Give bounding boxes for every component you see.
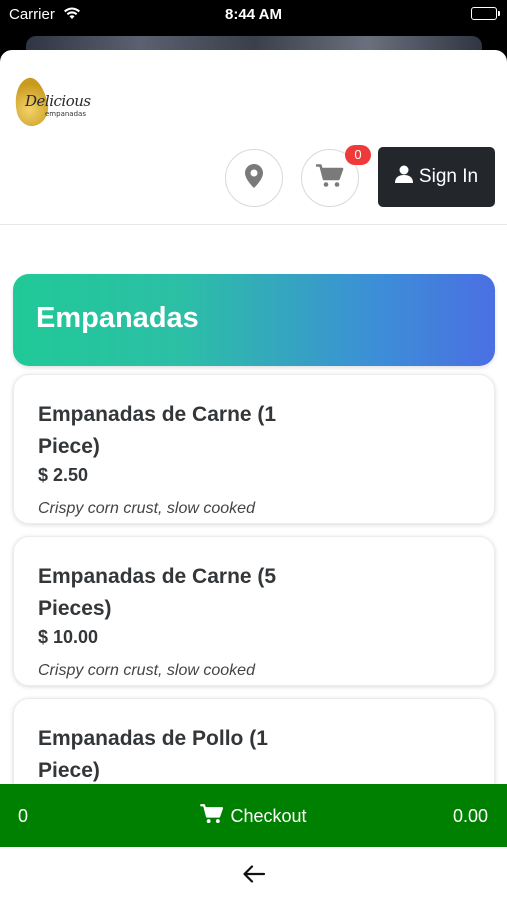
header-divider xyxy=(0,224,507,225)
category-header: Empanadas xyxy=(13,274,495,366)
category-title: Empanadas xyxy=(36,302,199,334)
arrow-left-icon[interactable] xyxy=(242,864,266,884)
product-description: Crispy corn crust, slow cooked xyxy=(38,662,255,679)
sign-in-button[interactable]: Sign In xyxy=(378,147,495,207)
product-price: $ 2.50 xyxy=(38,465,89,485)
product-name: Empanadas de Pollo (1 Piece) xyxy=(38,727,268,782)
logo-sub-text: empanadas xyxy=(45,110,86,118)
bottom-nav xyxy=(0,847,507,900)
checkout-button[interactable]: Checkout xyxy=(0,804,507,829)
sign-in-label: Sign In xyxy=(418,166,479,187)
product-card[interactable]: Empanadas de Carne (1 Piece) $ 2.50 Cris… xyxy=(13,374,495,524)
product-description: Crispy corn crust, slow cooked xyxy=(38,500,255,517)
checkout-bar[interactable]: 0 Checkout 0.00 xyxy=(0,784,507,847)
cart-total: 0.00 xyxy=(452,806,488,826)
battery-icon xyxy=(471,7,500,20)
product-card[interactable]: Empanadas de Carne (5 Pieces) $ 10.00 Cr… xyxy=(13,536,495,686)
product-name: Empanadas de Carne (1 Piece) xyxy=(38,403,277,458)
status-bar: Carrier 8:44 AM xyxy=(0,0,507,30)
map-pin-icon xyxy=(245,163,263,193)
cart-count-badge: 0 xyxy=(345,145,371,165)
modal-sheet: Delicious empanadas 0 Sign In Empanadas … xyxy=(0,50,507,900)
product-name: Empanadas de Carne (5 Pieces) xyxy=(38,565,277,620)
clock: 8:44 AM xyxy=(225,6,282,23)
brand-logo[interactable]: Delicious empanadas xyxy=(10,75,95,132)
location-button[interactable] xyxy=(225,149,283,207)
logo-script-text: Delicious xyxy=(25,92,91,110)
user-icon xyxy=(394,165,413,189)
cart-icon xyxy=(200,804,224,829)
product-price: $ 10.00 xyxy=(38,627,99,647)
cart-icon xyxy=(316,163,344,193)
checkout-label: Checkout xyxy=(230,806,307,826)
